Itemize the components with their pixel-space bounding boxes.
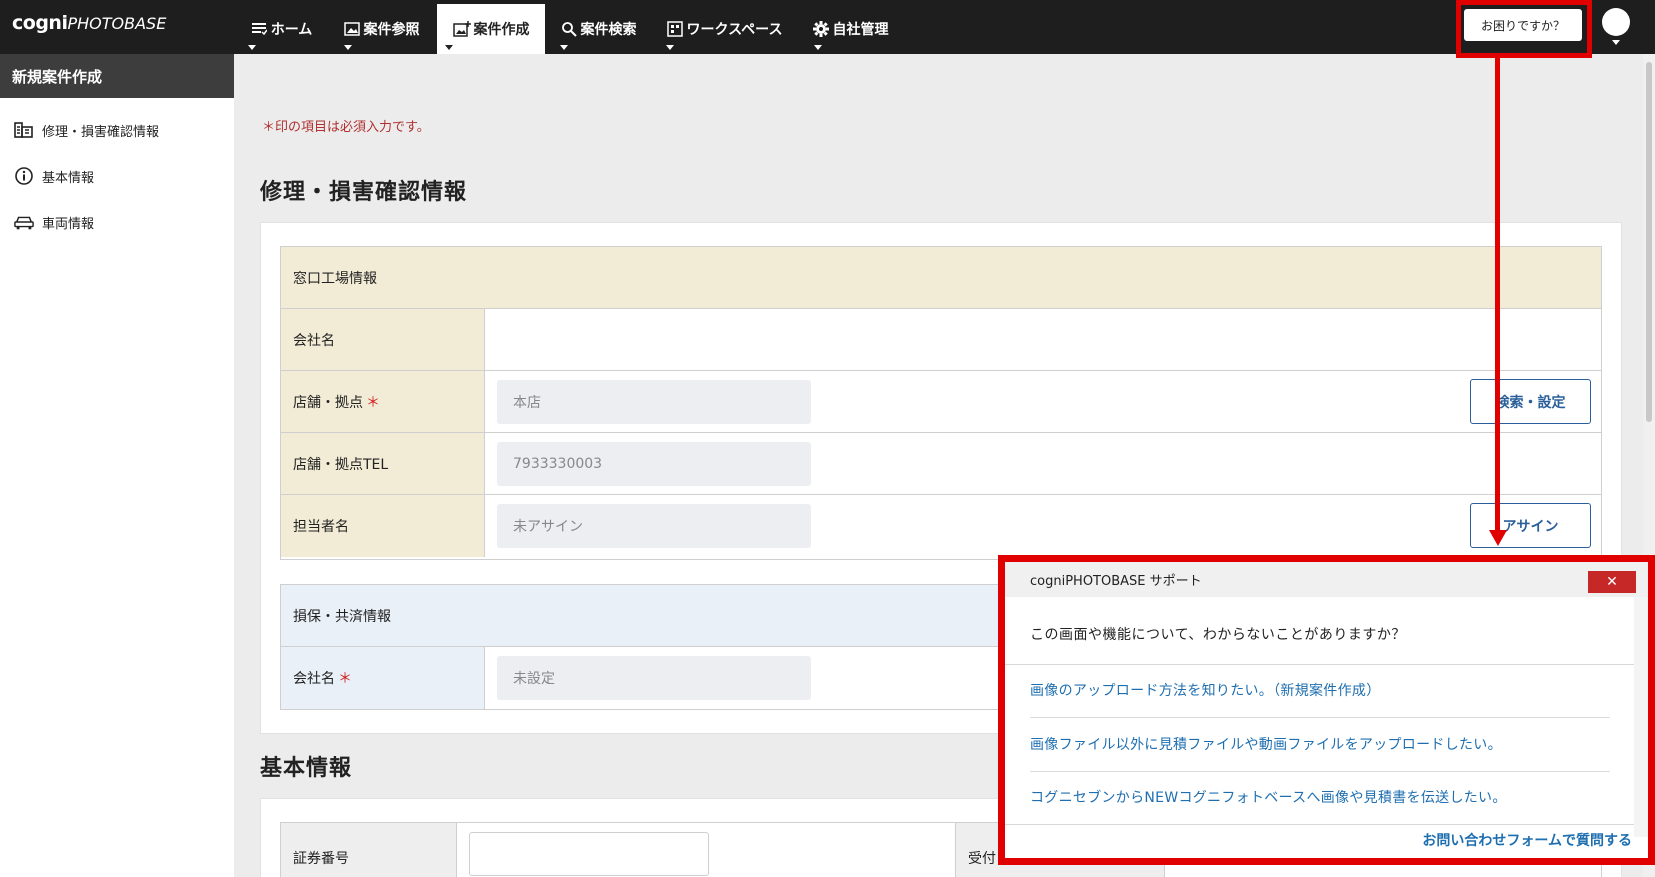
nav-home[interactable]: ホーム [240,4,322,54]
sidebar-item-basic-info[interactable]: 基本情報 [14,166,94,186]
chevron-down-icon [445,45,453,50]
nav-case-search[interactable]: 案件検索 [552,4,644,54]
support-scrollbar[interactable] [1634,597,1648,837]
chevron-down-icon [344,45,352,50]
row-label: 担当者名 [281,495,485,557]
row-label: 店舗・拠点＊ [281,371,485,432]
image-add-icon [452,20,471,38]
help-button-highlight [1456,0,1592,58]
window-shop-header: 窓口工場情報 [281,247,1601,309]
table-row: 店舗・拠点＊ 本店 検索・設定 [281,371,1601,433]
chevron-down-icon[interactable] [1612,40,1620,45]
gear-icon [812,20,830,38]
app-logo[interactable]: cogniPHOTOBASE [12,12,166,34]
close-button[interactable]: ✕ [1588,571,1636,593]
nav-case-search-label: 案件検索 [580,22,637,38]
search-icon [560,20,578,38]
info-icon [14,166,34,186]
divider [1030,717,1610,718]
row-label: 会社名＊ [281,647,485,709]
nav-case-view-label: 案件参照 [363,22,420,38]
store-tel-field: 7933330003 [497,442,811,486]
nav-workspace[interactable]: ワークスペース [658,4,790,54]
insurance-company-field[interactable]: 未設定 [497,656,811,700]
support-link-upload-files[interactable]: 画像ファイル以外に見積ファイルや動画ファイルをアップロードしたい。 [1030,734,1502,754]
store-field: 本店 [497,380,811,424]
car-icon [14,212,34,232]
sidebar: 新規案件作成 修理・損害確認情報 基本情報 車両情報 [0,54,234,877]
row-label: 証券番号 [281,823,457,877]
chevron-down-icon [560,45,568,50]
nav-company-admin-label: 自社管理 [832,22,889,38]
support-title: cogniPHOTOBASE サポート [1005,562,1648,597]
support-link-transfer[interactable]: コグニセブンからNEWコグニフォトベースへ画像や見積書を伝送したい。 [1030,787,1507,807]
chevron-down-icon [814,45,822,50]
required-note: ＊印の項目は必須入力です。 [262,120,430,135]
support-question: この画面や機能について、わからないことがありますか？ [1030,627,1406,643]
nav-company-admin[interactable]: 自社管理 [806,4,894,54]
divider [1005,664,1648,665]
scrollbar-thumb[interactable] [1646,62,1652,422]
sidebar-title: 新規案件作成 [0,54,234,98]
section-title-basic: 基本情報 [260,756,353,781]
table-row: 店舗・拠点TEL 7933330003 [281,433,1601,495]
table-row: 担当者名 未アサイン アサイン [281,495,1601,557]
section-title-repair: 修理・損害確認情報 [260,180,468,205]
required-mark: ＊ [338,671,352,687]
building-icon [14,120,34,140]
required-mark: ＊ [366,394,380,411]
list-icon [250,20,268,38]
image-icon [343,20,361,38]
avatar[interactable] [1602,8,1630,36]
top-navigation-bar: cogniPHOTOBASE ホーム 案件参照 案件作成 案件検索 ワークスペー… [0,0,1655,54]
annotation-arrow [1495,58,1500,533]
annotation-arrow-head [1489,530,1507,546]
chevron-down-icon [666,45,674,50]
support-link-upload-images[interactable]: 画像のアップロード方法を知りたい。（新規案件作成） [1030,680,1381,700]
divider [1005,824,1648,825]
support-popup: cogniPHOTOBASE サポート ✕ この画面や機能について、わからないこ… [998,555,1655,865]
sidebar-item-label: 基本情報 [42,170,95,186]
table-row: 会社名 [281,309,1601,371]
search-setting-button[interactable]: 検索・設定 [1470,379,1591,424]
workspace-icon [666,20,684,38]
sidebar-item-repair-info[interactable]: 修理・損害確認情報 [14,120,159,140]
nav-workspace-label: ワークスペース [686,22,783,38]
chevron-down-icon [248,45,256,50]
contact-form-link[interactable]: お問い合わせフォームで質問する [1422,830,1632,850]
nav-case-create-label: 案件作成 [473,22,530,38]
sidebar-item-vehicle-info[interactable]: 車両情報 [14,212,94,232]
sidebar-item-label: 修理・損害確認情報 [42,124,160,140]
nav-case-create[interactable]: 案件作成 [437,4,545,54]
sidebar-item-label: 車両情報 [42,216,95,232]
row-label: 店舗・拠点TEL [281,433,485,494]
window-shop-table: 窓口工場情報 会社名 店舗・拠点＊ 本店 検索・設定 店舗・拠点TEL 7933… [280,246,1602,560]
nav-home-label: ホーム [270,22,313,38]
nav-case-view[interactable]: 案件参照 [336,4,426,54]
divider [1030,771,1610,772]
assignee-field: 未アサイン [497,504,811,548]
row-label: 会社名 [281,309,485,370]
policy-number-input[interactable] [469,832,709,876]
